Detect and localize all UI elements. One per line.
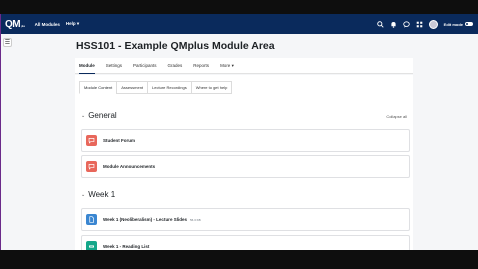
nav-help-menu[interactable]: Help ▾ [66,21,79,27]
section-header-week-1[interactable]: ⌄ Week 1 [81,190,115,199]
secnav-grades[interactable]: Grades [168,58,183,74]
reading-list-icon [86,241,97,250]
chevron-down-icon: ⌄ [81,112,86,119]
browser-viewport: QM plus All Modules Help ▾ Edit mode ☰ H… [0,14,478,250]
course-index-drawer-button[interactable]: ☰ [3,38,12,47]
secnav-participants[interactable]: Participants [133,58,157,74]
edit-mode-toggle[interactable] [465,22,473,26]
apps-grid-icon[interactable] [416,21,423,28]
tab-where-to-get-help[interactable]: Where to get help [190,81,233,94]
collapse-all-link[interactable]: Collapse all [386,114,407,119]
activity-student-forum[interactable]: Student Forum [81,129,410,152]
tab-lecture-recordings[interactable]: Lecture Recordings [147,81,191,94]
file-icon [86,214,97,225]
menu-icon: ☰ [4,40,11,46]
qmplus-logo[interactable]: QM plus [5,19,25,30]
activity-link[interactable]: Week 1 - Reading List [103,244,149,249]
file-size: 56.3 KB [189,217,201,222]
nav-all-modules[interactable]: All Modules [35,22,60,27]
activity-link[interactable]: Week 1 (Neoliberalism) - Lecture Slides [103,217,187,222]
edit-mode-label: Edit mode [443,21,463,27]
page-title: HSS101 - Example QMplus Module Area [76,40,275,52]
edit-mode-control: Edit mode [444,22,473,27]
top-navbar: QM plus All Modules Help ▾ Edit mode [1,14,478,34]
user-avatar[interactable] [428,19,438,29]
module-content-area: Module Content Assessment Lecture Record… [75,75,413,250]
forum-icon [86,135,97,146]
activity-reading-list[interactable]: Week 1 - Reading List [81,235,410,250]
messages-icon[interactable] [402,20,410,28]
secnav-more[interactable]: More ▾ [220,58,234,74]
activity-link[interactable]: Module Announcements [103,164,155,169]
activity-link[interactable]: Student Forum [103,138,135,143]
logo-text: QM [5,18,21,30]
secnav-settings[interactable]: Settings [106,58,122,74]
logo-subtext: plus [21,23,25,28]
activity-module-announcements[interactable]: Module Announcements [81,155,410,178]
section-header-general[interactable]: ⌄ General [81,111,117,120]
activity-lecture-slides[interactable]: Week 1 (Neoliberalism) - Lecture Slides … [81,208,410,231]
secnav-reports[interactable]: Reports [193,58,209,74]
section-title: Week 1 [88,190,116,199]
tab-module-content[interactable]: Module Content [79,81,117,94]
module-tabs: Module Content Assessment Lecture Record… [79,81,233,94]
section-title: General [88,111,117,120]
tab-assessment[interactable]: Assessment [116,81,148,94]
navbar-right-tools: Edit mode [376,14,473,34]
notification-bell-icon[interactable] [390,21,397,28]
secnav-module[interactable]: Module [79,58,95,74]
chevron-down-icon: ⌄ [81,191,86,198]
search-icon[interactable] [376,20,384,28]
secondary-navigation: Module Settings Participants Grades Repo… [75,58,413,74]
forum-icon [86,161,97,172]
